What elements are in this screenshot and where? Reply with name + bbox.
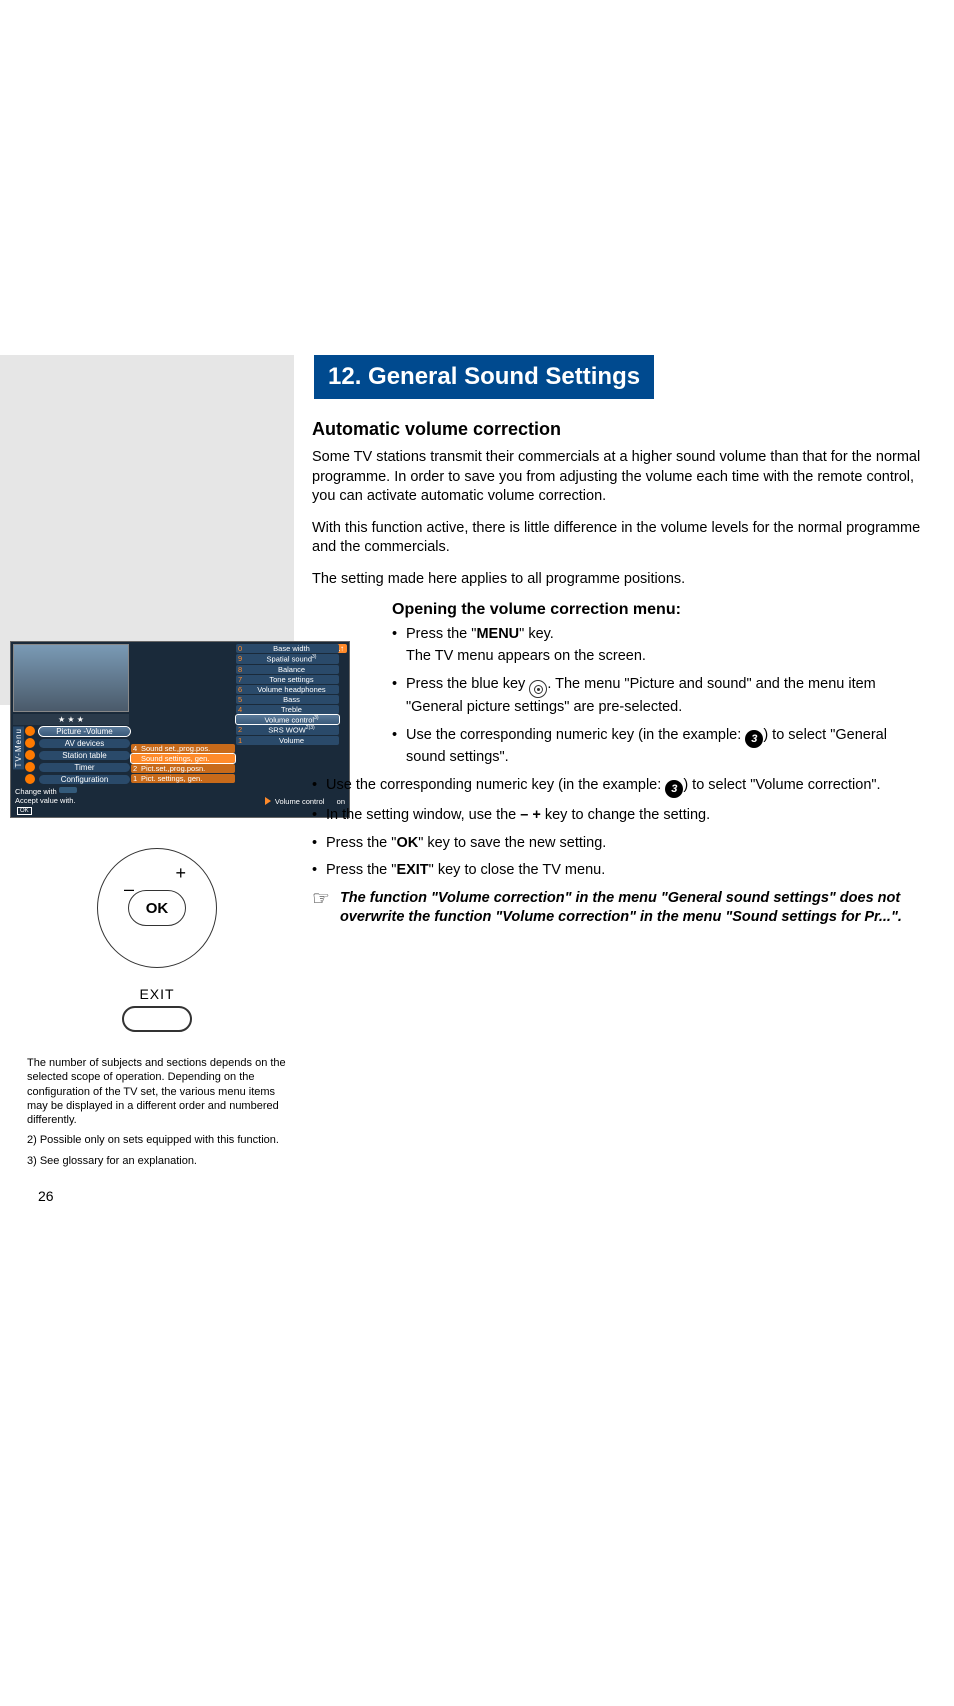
instruction-3: Use the corresponding numeric key (in th… [392, 726, 924, 768]
osd-sub1-pict-set-prog: Pict.set.,prog.posn. [141, 764, 205, 773]
paragraph-2: With this function active, there is litt… [312, 519, 924, 558]
osd-main-item-picture-volume: Picture -Volume [39, 727, 130, 736]
osd-hint-change: Change with [15, 787, 57, 796]
footnotes: The number of subjects and sections depe… [27, 1056, 287, 1174]
instruction-2: Press the blue key . The menu "Picture a… [392, 675, 924, 718]
osd-sub2-volume-control: Volume control3) [246, 715, 337, 725]
osd-main-item-timer: Timer [39, 763, 130, 772]
osd-sub2-treble: Treble [246, 705, 337, 714]
footnote-2: 2) Possible only on sets equipped with t… [27, 1133, 287, 1147]
osd-sub1-pict-settings-gen: Pict. settings, gen. [141, 774, 202, 783]
osd-stars: ★ ★ ★ [13, 714, 129, 725]
osd-sub2-srs-wow: SRS WOW2)3) [246, 725, 337, 735]
exit-key-label: EXIT [97, 986, 217, 1002]
osd-sub2-balance: Balance [246, 665, 337, 674]
osd-column-sub1: 4Sound set.,prog.pos. Sound settings, ge… [131, 712, 236, 785]
paragraph-3: The setting made here applies to all pro… [312, 570, 924, 590]
osd-preview-image [13, 644, 129, 712]
sub-heading: Automatic volume correction [312, 419, 924, 440]
instructions-heading: Opening the volume correction menu: [392, 601, 924, 619]
osd-main-item-av-devices: AV devices [39, 739, 130, 748]
osd-column-sub2: 0Base width 9Spatial sound3) 8Balance 7T… [236, 642, 341, 785]
osd-sub2-base-width: Base width [246, 644, 337, 653]
footnote-3: 3) See glossary for an explanation. [27, 1154, 287, 1168]
right-column: Automatic volume correction Some TV stat… [294, 409, 954, 1204]
section-title: 12. General Sound Settings [314, 355, 654, 399]
inline-numeric-3b: 3 [665, 780, 683, 798]
osd-vertical-label: TV-Menu [13, 726, 24, 769]
inline-numeric-3: 3 [745, 730, 763, 748]
osd-sub1-sound-set-prog: Sound set.,prog.pos. [141, 744, 210, 753]
osd-hint-accept: Accept value with. [15, 796, 75, 805]
paragraph-1: Some TV stations transmit their commerci… [312, 448, 924, 507]
instruction-5: In the setting window, use the – + key t… [312, 806, 924, 826]
ok-button-icon: OK [128, 890, 186, 926]
note-text: The function "Volume correction" in the … [340, 889, 924, 928]
osd-footer: Change with Accept value with. OK Volume… [11, 785, 349, 817]
osd-sub2-volume-headphones: Volume headphones [246, 685, 337, 694]
osd-screenshot: F1↑ ★ ★ ★ TV-Menu Picture -Volume AV dev… [10, 641, 350, 818]
osd-main-item-configuration: Configuration [39, 775, 130, 784]
osd-sub2-bass: Bass [246, 695, 337, 704]
exit-key-icon [122, 1006, 192, 1032]
minus-icon: – [124, 879, 134, 900]
plus-icon: + [175, 863, 186, 884]
blue-key-inline-icon [529, 680, 547, 698]
osd-ok-icon: OK [17, 807, 32, 815]
instruction-1: Press the "MENU" key. [392, 625, 924, 645]
note: ☞ The function "Volume correction" in th… [312, 889, 924, 928]
osd-sub2-spatial-sound: Spatial sound3) [246, 654, 337, 664]
footnote-main: The number of subjects and sections depe… [27, 1056, 287, 1127]
note-pointer-icon: ☞ [312, 889, 330, 928]
ok-navigator: + – OK EXIT [97, 848, 217, 1032]
osd-sub1-sound-settings-gen: Sound settings, gen. [141, 754, 209, 763]
page-number: 26 [30, 1188, 54, 1204]
instruction-4: Use the corresponding numeric key (in th… [312, 776, 924, 798]
osd-main-item-station-table: Station table [39, 751, 130, 760]
osd-sub2-volume: Volume [246, 736, 337, 745]
instruction-6: Press the "OK" key to save the new setti… [312, 834, 924, 854]
osd-triangle-icon [265, 797, 271, 805]
instruction-1-sub: The TV menu appears on the screen. [392, 647, 924, 667]
osd-column-main: ★ ★ ★ TV-Menu Picture -Volume AV devices… [11, 642, 131, 785]
osd-sub2-tone-settings: Tone settings [246, 675, 337, 684]
instruction-7: Press the "EXIT" key to close the TV men… [312, 861, 924, 881]
